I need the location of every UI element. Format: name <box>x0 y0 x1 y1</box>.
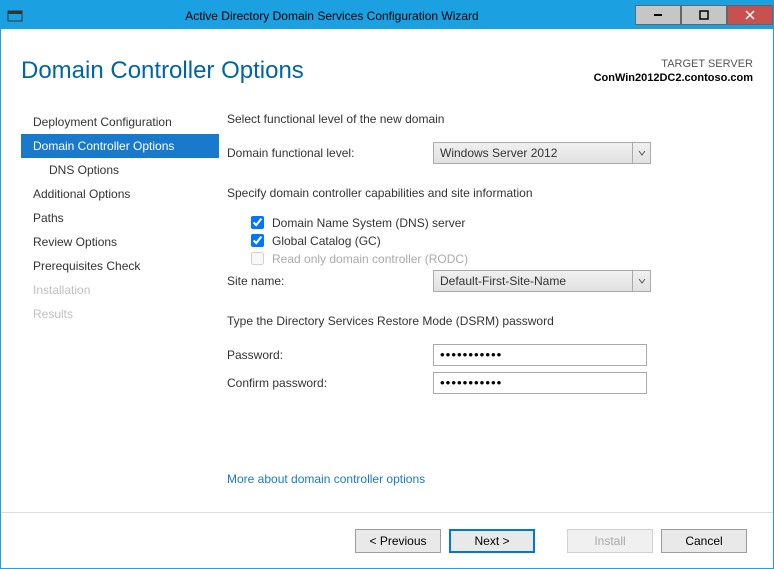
install-button: Install <box>567 529 653 553</box>
site-name-select[interactable]: Default-First-Site-Name <box>433 270 651 292</box>
dns-checkbox-row: Domain Name System (DNS) server <box>251 216 753 230</box>
sidebar-item-domain-controller-options[interactable]: Domain Controller Options <box>21 134 219 158</box>
target-server-name: ConWin2012DC2.contoso.com <box>594 71 753 85</box>
domain-functional-level-select[interactable]: Windows Server 2012 <box>433 142 651 164</box>
section-dsrm: Type the Directory Services Restore Mode… <box>227 314 753 328</box>
sidebar-item-deployment-configuration[interactable]: Deployment Configuration <box>21 110 219 134</box>
dns-checkbox-label: Domain Name System (DNS) server <box>272 216 465 230</box>
chevron-down-icon <box>632 271 650 291</box>
target-server: TARGET SERVER ConWin2012DC2.contoso.com <box>594 57 753 86</box>
close-button[interactable] <box>727 5 773 25</box>
sidebar-item-results: Results <box>21 302 219 326</box>
sidebar: Deployment Configuration Domain Controll… <box>21 106 219 400</box>
app-icon <box>1 1 29 30</box>
section-functional-level: Select functional level of the new domai… <box>227 112 753 126</box>
cancel-button[interactable]: Cancel <box>661 529 747 553</box>
section-capabilities: Specify domain controller capabilities a… <box>227 186 753 200</box>
sidebar-item-additional-options[interactable]: Additional Options <box>21 182 219 206</box>
minimize-button[interactable] <box>635 5 681 25</box>
rodc-checkbox-row: Read only domain controller (RODC) <box>251 252 753 266</box>
sidebar-item-paths[interactable]: Paths <box>21 206 219 230</box>
sidebar-item-dns-options[interactable]: DNS Options <box>21 158 219 182</box>
main-pane: Select functional level of the new domai… <box>219 106 753 400</box>
rodc-checkbox <box>251 252 264 265</box>
gc-checkbox[interactable] <box>251 234 264 247</box>
window-title: Active Directory Domain Services Configu… <box>29 9 635 23</box>
domain-functional-level-value: Windows Server 2012 <box>440 146 557 160</box>
confirm-password-label: Confirm password: <box>227 376 433 390</box>
footer: < Previous Next > Install Cancel <box>1 512 773 568</box>
page-title: Domain Controller Options <box>21 57 304 85</box>
site-name-value: Default-First-Site-Name <box>440 274 566 288</box>
site-name-label: Site name: <box>227 274 433 288</box>
domain-functional-level-label: Domain functional level: <box>227 146 433 160</box>
sidebar-item-prerequisites-check[interactable]: Prerequisites Check <box>21 254 219 278</box>
confirm-password-input[interactable] <box>433 372 647 394</box>
rodc-checkbox-label: Read only domain controller (RODC) <box>272 252 468 266</box>
next-button[interactable]: Next > <box>449 529 535 553</box>
dns-checkbox[interactable] <box>251 216 264 229</box>
target-server-label: TARGET SERVER <box>594 57 753 71</box>
sidebar-item-review-options[interactable]: Review Options <box>21 230 219 254</box>
maximize-button[interactable] <box>681 5 727 25</box>
password-label: Password: <box>227 348 433 362</box>
password-input[interactable] <box>433 344 647 366</box>
titlebar[interactable]: Active Directory Domain Services Configu… <box>1 1 773 30</box>
gc-checkbox-label: Global Catalog (GC) <box>272 234 381 248</box>
sidebar-item-installation: Installation <box>21 278 219 302</box>
chevron-down-icon <box>632 143 650 163</box>
previous-button[interactable]: < Previous <box>355 529 441 553</box>
gc-checkbox-row: Global Catalog (GC) <box>251 234 753 248</box>
more-about-link[interactable]: More about domain controller options <box>227 472 425 486</box>
